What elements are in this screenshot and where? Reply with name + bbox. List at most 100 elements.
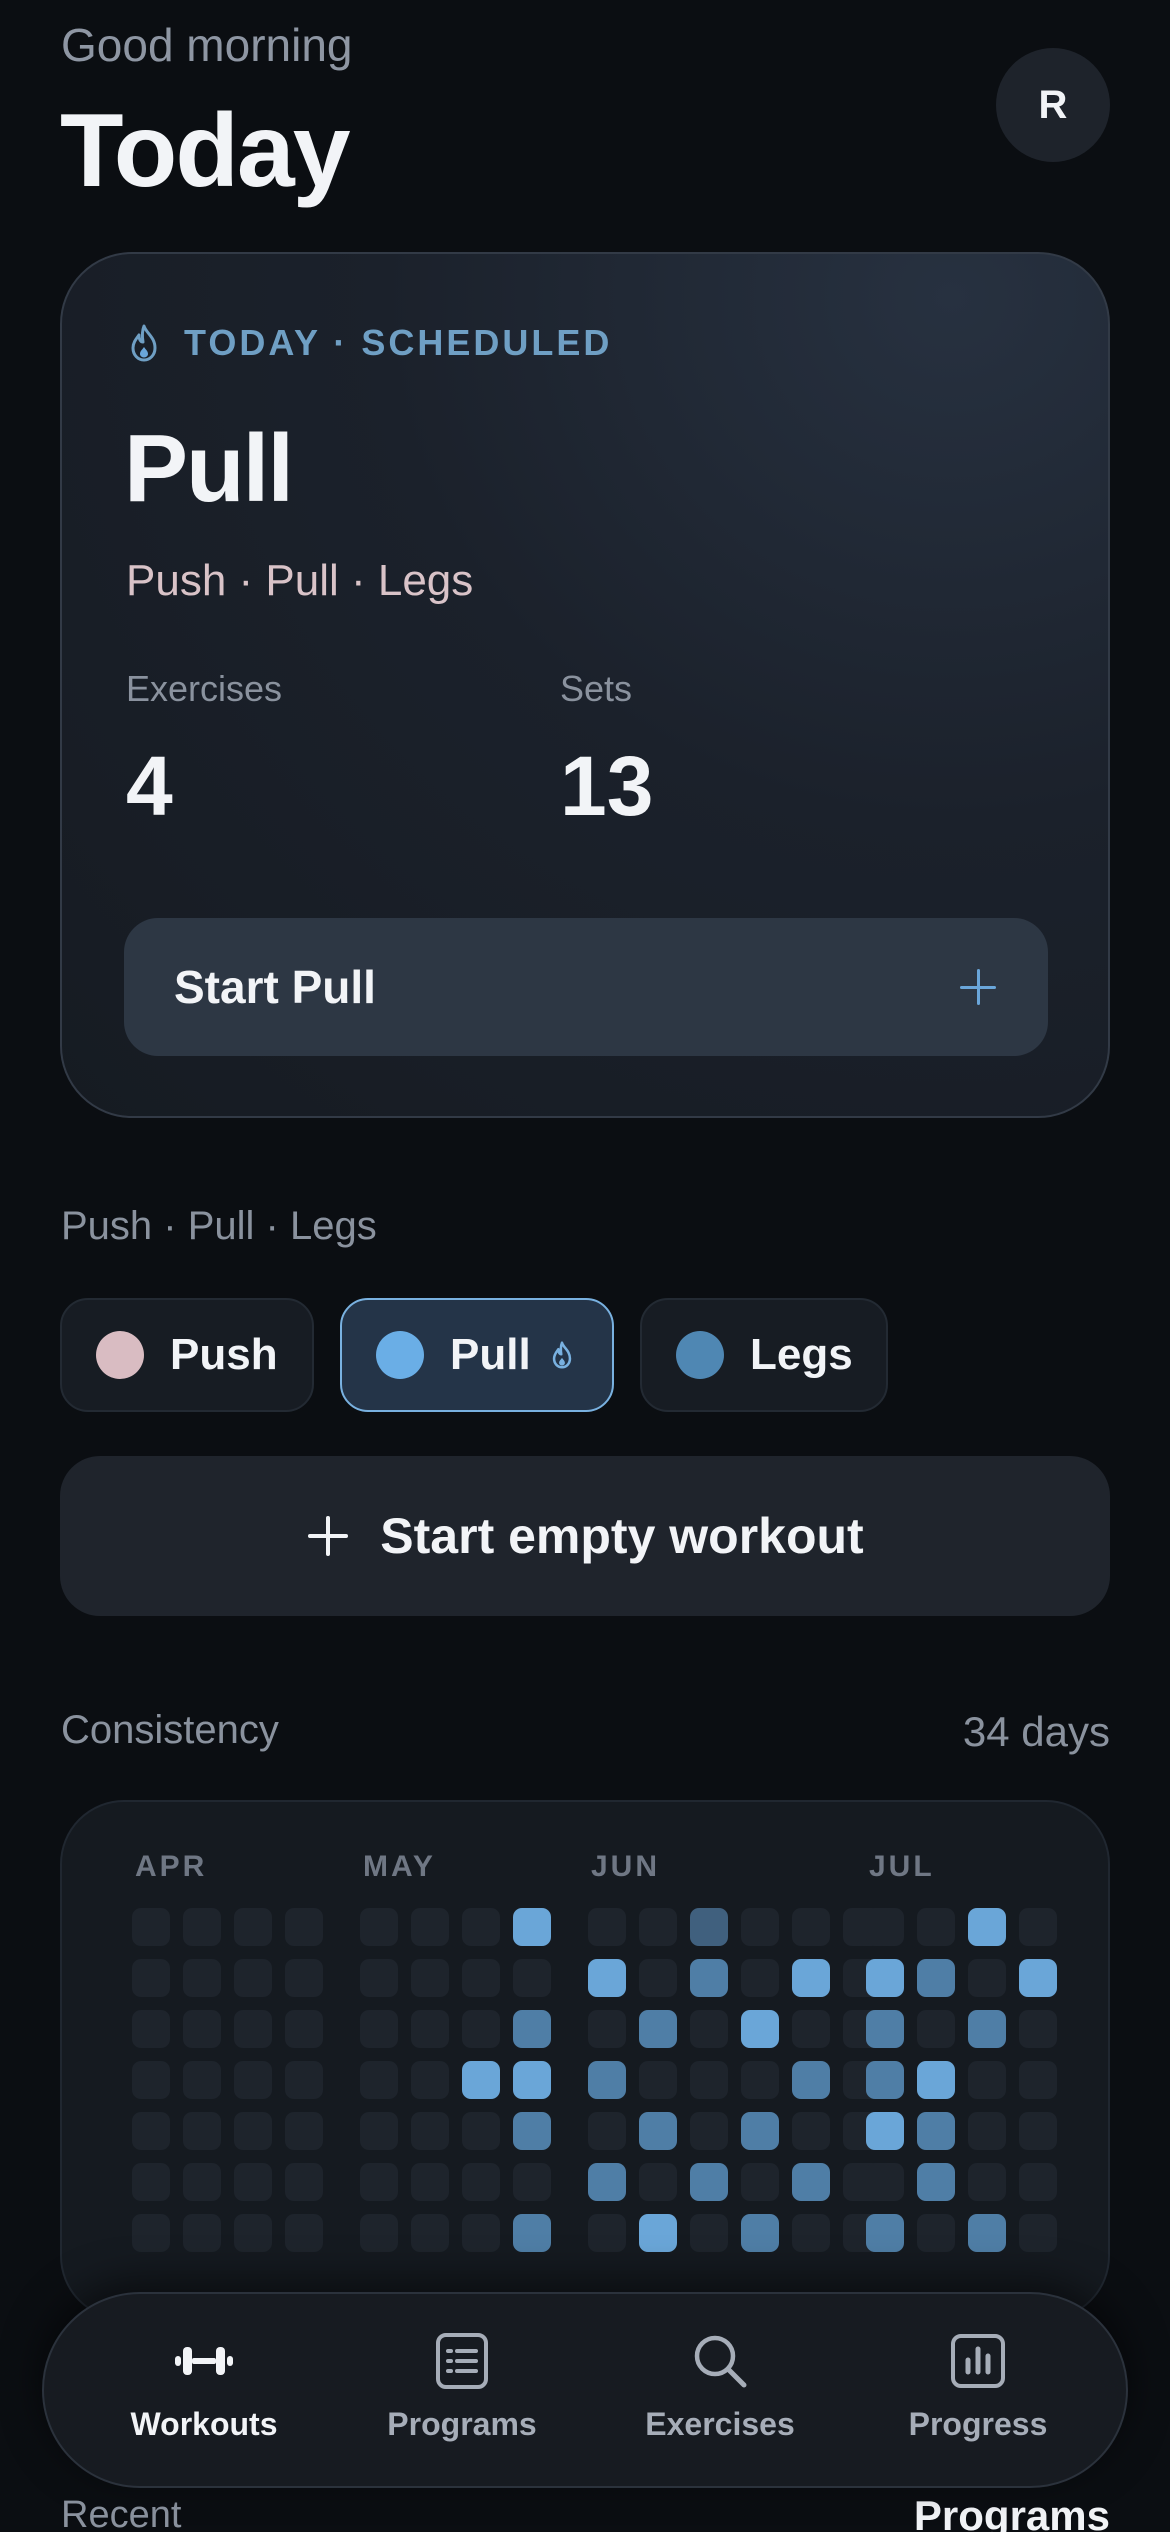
workout-name: Pull [124,415,294,522]
card-tag-label: TODAY · SCHEDULED [184,322,613,363]
heatmap-cell [792,2163,830,2201]
heatmap-cell [513,2010,551,2048]
plus-icon [958,967,998,1007]
heatmap-cell [360,1908,398,1946]
flame-icon [131,324,157,362]
stat-value: 4 [126,739,173,833]
heatmap-cell [411,2112,449,2150]
heatmap-cell [968,2061,1006,2099]
program-label: Push · Pull · Legs [61,1204,377,1248]
heatmap-cell [690,1908,728,1946]
heatmap-cell [588,2214,626,2252]
stat-sets: Sets 13 [560,668,653,835]
day-chip-push[interactable]: Push [60,1298,314,1412]
nav-progress[interactable]: Progress [863,2294,1093,2490]
heatmap-cell [360,2061,398,2099]
heatmap-cell [462,2061,500,2099]
heatmap-cell [690,2112,728,2150]
consistency-label: Consistency [61,1708,279,1752]
heatmap-cell [741,2163,779,2201]
heatmap-cell [690,2061,728,2099]
heatmap-cell [132,2112,170,2150]
start-empty-workout-button[interactable]: Start empty workout [60,1456,1110,1616]
heatmap-cell [234,2214,272,2252]
programs-link[interactable]: Programs [914,2492,1110,2532]
day-chip-pull[interactable]: Pull [340,1298,614,1412]
heatmap-cell [792,1959,830,1997]
start-workout-button[interactable]: Start Pull [124,918,1048,1056]
list-icon [436,2333,488,2389]
heatmap-cell [588,2112,626,2150]
heatmap-cell [360,2010,398,2048]
heatmap-cell [741,2061,779,2099]
heatmap-cell [360,2214,398,2252]
heatmap-cell [968,1908,1006,1946]
heatmap-cell [183,2010,221,2048]
heatmap-cell [639,2061,677,2099]
heatmap-cell [285,2163,323,2201]
heatmap-cell [741,2010,779,2048]
heatmap-cell [792,2112,830,2150]
heatmap-cell [183,2061,221,2099]
heatmap-cell [285,1908,323,1946]
nav-label: Progress [908,2406,1048,2442]
heatmap-cell [360,1959,398,1997]
heatmap-cell [183,1959,221,1997]
chart-icon [951,2334,1005,2388]
avatar[interactable]: R [996,48,1110,162]
page-title: Today [60,93,351,209]
day-color-dot [376,1331,424,1379]
heatmap-cell [132,2163,170,2201]
heatmap-cell [462,2214,500,2252]
heatmap-cell [639,2010,677,2048]
heatmap-cell [462,2163,500,2201]
stat-label: Sets [560,668,633,709]
heatmap-cell [513,2214,551,2252]
heatmap-cell [360,2112,398,2150]
day-chip-label: Legs [750,1330,853,1379]
heatmap-cell [183,2214,221,2252]
day-chip-legs[interactable]: Legs [640,1298,888,1412]
heatmap-cell [588,2010,626,2048]
today-card[interactable]: TODAY · SCHEDULED Pull Push · Pull · Leg… [60,252,1110,1118]
heatmap-cell [639,1908,677,1946]
heatmap-cell [234,2061,272,2099]
heatmap-cell [411,1908,449,1946]
heatmap-cell [513,2061,551,2099]
heatmap-cell [513,2112,551,2150]
heatmap-cell [690,2163,728,2201]
bottom-nav: Workouts Programs Exercises Progress [42,2292,1128,2488]
heatmap-cell [132,1908,170,1946]
heatmap-cell [132,2061,170,2099]
heatmap-cell [690,2214,728,2252]
nav-programs[interactable]: Programs [347,2294,577,2490]
heatmap-cell [183,2112,221,2150]
heatmap-cell [917,2061,955,2099]
heatmap-cell [690,2010,728,2048]
heatmap-cell [792,2010,830,2048]
heatmap-cell [917,2163,955,2201]
day-chip-label: Push [170,1330,278,1379]
heatmap-cell [513,1908,551,1946]
consistency-heatmap: APR MAY JUN JUL [60,1800,1110,2320]
heatmap-cell [234,2010,272,2048]
consistency-days: 34 days [962,1708,1110,1755]
heatmap-cell [1019,2214,1057,2252]
heatmap-cell [792,1908,830,1946]
heatmap-cell [462,1959,500,1997]
heatmap-cell [1019,1959,1057,1997]
heatmap-cell [285,2214,323,2252]
heatmap-cell [917,1908,955,1946]
heatmap-cell [639,1959,677,1997]
card-tag: TODAY · SCHEDULED [126,322,612,364]
heatmap-cell [411,2214,449,2252]
start-workout-label: Start Pull [174,961,376,1013]
heatmap-cell [968,2010,1006,2048]
nav-workouts[interactable]: Workouts [89,2294,319,2490]
heatmap-cell [411,2061,449,2099]
day-color-dot [96,1331,144,1379]
heatmap-cell [1019,2061,1057,2099]
nav-exercises[interactable]: Exercises [605,2294,835,2490]
heatmap-cell [462,2010,500,2048]
nav-label: Workouts [130,2406,278,2442]
